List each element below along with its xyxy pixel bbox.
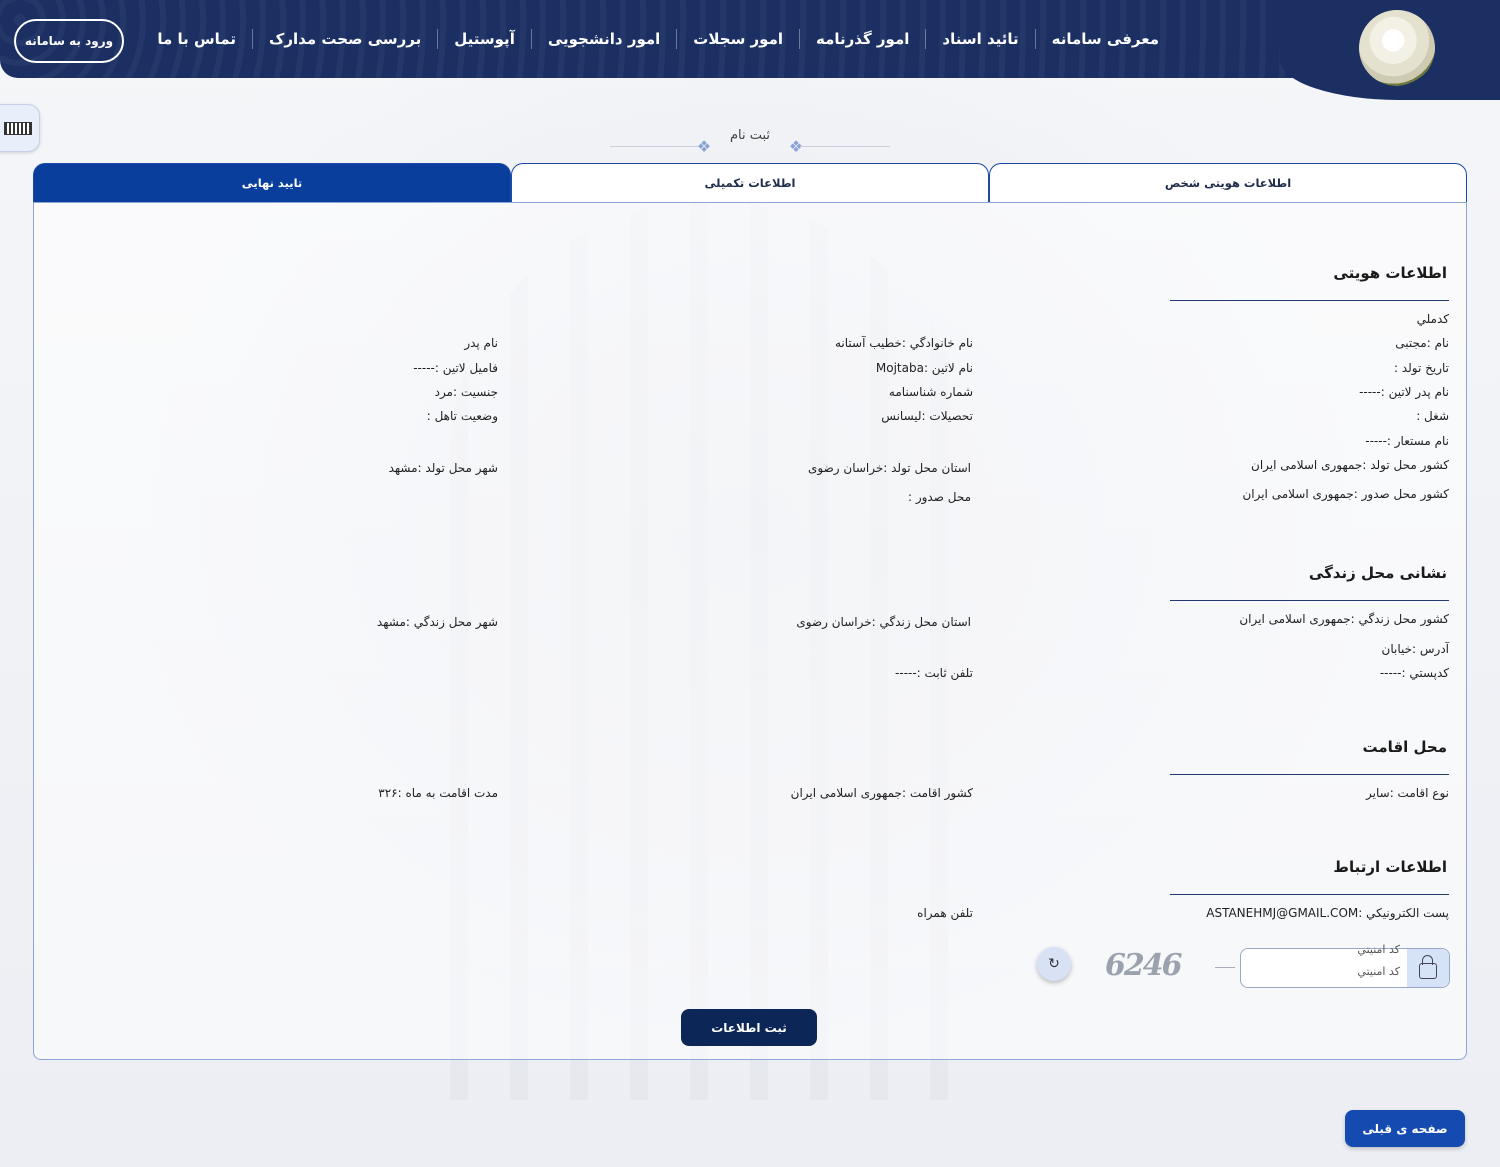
education: تحصيلات :ليسانس: [881, 409, 973, 423]
page-title: ثبت نام: [729, 128, 771, 143]
job: شغل :: [1416, 409, 1449, 423]
menu-item-apostille[interactable]: آپوستیل: [437, 29, 531, 49]
alias: نام مستعار :-----: [1365, 434, 1449, 448]
section-heading: ❖ ثبت نام ❖: [600, 128, 900, 156]
login-button[interactable]: ورود به سامانه: [14, 19, 124, 63]
security-code-label: كد امنيتي: [1357, 943, 1400, 956]
father-name: نام پدر: [464, 336, 498, 350]
landline-phone: تلفن ثابت :-----: [895, 666, 973, 680]
issue-country: كشور محل صدور :جمهوری اسلامی ایران: [1242, 487, 1449, 501]
menu-item-contact[interactable]: تماس با ما: [141, 29, 252, 49]
living-province: استان محل زندگي :خراسان رضوی: [796, 615, 971, 629]
logo-area: [1280, 0, 1500, 100]
father-latin-name: نام پدر لاتين :-----: [1359, 385, 1449, 399]
submit-button[interactable]: ثبت اطلاعات: [681, 1009, 817, 1046]
virtual-keyboard-button[interactable]: [0, 104, 40, 152]
form-panel: [33, 202, 1467, 1060]
identity-heading: اطلاعات هویتی: [1333, 264, 1447, 282]
mobile-phone: تلفن همراه: [917, 906, 973, 920]
menu-item-intro[interactable]: معرفی سامانه: [1034, 29, 1175, 49]
tab-complementary[interactable]: اطلاعات تکمیلی: [511, 163, 989, 202]
residence-heading: محل اقامت: [1362, 738, 1447, 756]
ornament-icon: ❖: [696, 137, 712, 156]
id-number: شماره شناسنامه: [888, 385, 973, 399]
contact-heading: اطلاعات ارتباط: [1333, 858, 1447, 876]
menu-item-registry[interactable]: امور سجلات: [676, 29, 799, 49]
residence-type: نوع اقامت :ساير: [1366, 786, 1449, 800]
top-navbar: ورود به سامانه معرفی سامانه تائید اسناد …: [0, 0, 1500, 78]
security-code-field[interactable]: [1240, 948, 1450, 988]
residence-country: كشور اقامت :جمهوری اسلامی ایران: [790, 786, 973, 800]
postal-code: كدپستي :-----: [1379, 666, 1449, 680]
issue-place: محل صدور :: [907, 490, 971, 504]
birth-city: شهر محل تولد :مشهد: [388, 461, 498, 475]
captcha-image: 6246: [1105, 948, 1183, 983]
tab-identity[interactable]: اطلاعات هویتی شخص: [989, 163, 1467, 202]
birth-date: تاريخ تولد :: [1393, 361, 1449, 375]
tab-final-confirm[interactable]: تایید نهایی: [33, 163, 511, 202]
latin-family: فاميل لاتين :-----: [413, 361, 498, 375]
menu-item-passport[interactable]: امور گذرنامه: [799, 29, 925, 49]
birth-country: كشور محل تولد :جمهوری اسلامی ایران: [1251, 458, 1449, 472]
main-menu: معرفی سامانه تائید اسناد امور گذرنامه ام…: [141, 0, 1175, 78]
step-tabs: اطلاعات هویتی شخص اطلاعات تکمیلی تایید ن…: [33, 163, 1467, 203]
ornament-icon: ❖: [788, 137, 804, 156]
menu-item-verify[interactable]: بررسی صحت مدارک: [252, 29, 437, 49]
gender: جنسيت :مرد: [434, 385, 498, 399]
national-code: كدملي: [1416, 312, 1449, 326]
email: پست الكترونيكي :ASTANEHMJ@GMAIL.COM: [1206, 906, 1449, 920]
birth-province: استان محل تولد :خراسان رضوی: [807, 461, 971, 475]
menu-item-students[interactable]: امور دانشجویی: [530, 29, 676, 49]
residence-months: مدت اقامت به ماه :۳۲۶: [378, 786, 498, 800]
living-country: كشور محل زندگي :جمهوری اسلامی ایران: [1239, 612, 1449, 626]
living-city: شهر محل زندگي :مشهد: [376, 615, 498, 629]
street-address: آدرس :خیابان: [1381, 642, 1449, 656]
latin-name: نام لاتين :Mojtaba: [875, 361, 973, 375]
first-name: نام :مجتبی: [1395, 336, 1449, 350]
address-heading: نشانی محل زندگی: [1308, 564, 1447, 582]
security-code-input[interactable]: كد امنيتي: [1357, 965, 1400, 978]
menu-item-documents[interactable]: تائید اسناد: [925, 29, 1034, 49]
previous-page-button[interactable]: صفحه ی قبلی: [1345, 1110, 1465, 1147]
marital-status: وضعيت تاهل :: [426, 409, 498, 423]
lock-icon: [1407, 949, 1449, 987]
refresh-captcha-icon[interactable]: ↻: [1037, 947, 1071, 981]
flower-logo-icon[interactable]: [1359, 10, 1435, 86]
keyboard-icon: [4, 121, 32, 135]
last-name: نام خانوادگي :خطیب آستانه: [834, 336, 973, 350]
